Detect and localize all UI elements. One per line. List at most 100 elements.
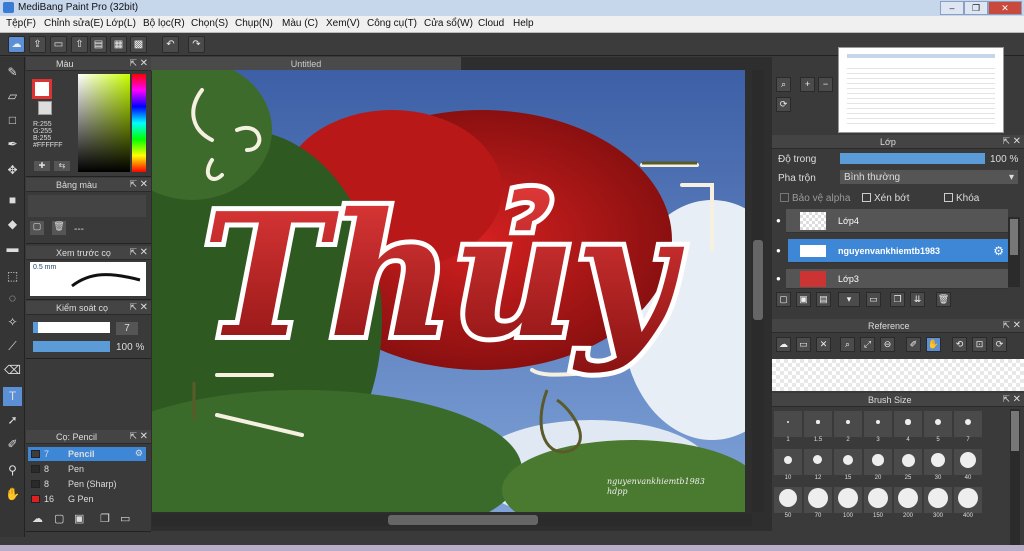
brush-size-cell[interactable] [894,411,922,437]
blend-mode-select[interactable]: Bình thường ▾ [840,170,1018,184]
rectangle-tool-icon[interactable]: □ [3,111,22,130]
brush-size-cell[interactable] [834,411,862,437]
menu-snap[interactable]: Chụp(N) [235,18,273,29]
cloud-icon[interactable]: ☁ [8,36,25,53]
text-tool-icon[interactable]: T [3,387,22,406]
fit-icon[interactable]: ⤢ [860,337,875,352]
color-add-icon[interactable]: ✚ [34,161,50,171]
add-brush-icon[interactable]: ▣ [74,512,84,525]
menu-edit[interactable]: Chỉnh sửa(E) [44,18,104,29]
gear-icon[interactable]: ⚙ [993,244,1004,258]
brush-size-cell[interactable] [804,449,832,475]
brush-size-cell[interactable] [954,487,982,513]
rotate-right-icon[interactable]: ⟳ [992,337,1007,352]
grid-icon[interactable]: ▩ [130,36,147,53]
eyedropper-icon[interactable]: ✐ [906,337,921,352]
brush-opacity-slider[interactable] [33,341,110,352]
folder-icon[interactable]: ▭ [866,292,881,307]
brush-size-cell[interactable] [864,487,892,513]
brush-size-scrollbar[interactable] [1010,409,1020,547]
brush-size-cell[interactable] [924,449,952,475]
comment-icon[interactable]: ▭ [50,36,67,53]
undock-icon[interactable]: ⇱ [129,431,137,442]
select-pen-icon[interactable]: ⟋ [3,337,22,356]
brush-item-g-pen[interactable]: 16 G Pen [28,492,146,506]
reset-icon[interactable]: ⊡ [972,337,987,352]
menu-filter[interactable]: Bộ lọc(R) [143,18,185,29]
hand-icon[interactable]: ✋ [926,337,941,352]
close-panel-icon[interactable]: ✕ [1013,320,1021,331]
brush-size-cell[interactable] [864,449,892,475]
pen-tool-icon[interactable]: ✒ [3,135,22,154]
duplicate-icon[interactable]: ❐ [890,292,905,307]
menu-file[interactable]: Tệp(F) [6,18,36,29]
palette-swatches-area[interactable] [28,195,146,217]
brush-size-cell[interactable] [924,487,952,513]
undock-icon[interactable]: ⇱ [1002,394,1010,405]
brush-size-cell[interactable] [834,487,862,513]
copy-brush-icon[interactable]: ❐ [100,512,110,525]
brush-size-cell[interactable] [774,411,802,437]
rotate-icon[interactable]: ⟳ [776,97,791,112]
select-rect-icon[interactable]: ⬚ [3,267,22,286]
move-tool-icon[interactable]: ✥ [3,161,22,180]
menu-help[interactable]: Help [513,18,534,29]
cloud-icon[interactable]: ☁ [776,337,791,352]
hue-slider[interactable] [132,74,146,172]
menu-select[interactable]: Chọn(S) [191,18,228,29]
undock-icon[interactable]: ⇱ [129,247,137,258]
visibility-icon[interactable]: ● [776,274,781,283]
trash-icon[interactable]: 🗑 [52,221,66,235]
undo-button[interactable]: ↶ [162,36,179,53]
brush-size-cell[interactable] [894,449,922,475]
clipping-checkbox[interactable] [862,193,871,202]
upload-icon[interactable]: ⇧ [71,36,88,53]
maximize-button[interactable]: ❐ [964,1,988,15]
visibility-icon[interactable]: ● [776,216,781,225]
brush-size-cell[interactable] [774,487,802,513]
close-panel-icon[interactable]: ✕ [140,247,148,258]
brush-size-cell[interactable] [804,487,832,513]
close-panel-icon[interactable]: ✕ [140,302,148,313]
visibility-icon[interactable]: ● [776,246,781,255]
brush-size-value[interactable]: 7 [116,322,138,335]
layers-view-icon[interactable]: ▦ [110,36,127,53]
close-panel-icon[interactable]: ✕ [140,58,148,69]
gear-icon[interactable]: ⚙ [135,448,143,459]
zoom-in-icon[interactable]: + [800,77,815,92]
undock-icon[interactable]: ⇱ [129,179,137,190]
navigator-thumbnail[interactable] [838,47,1004,133]
brush-size-cell[interactable] [834,449,862,475]
saturation-value-picker[interactable] [78,74,130,172]
layer-row[interactable]: ● Lớp4 [776,209,1008,233]
new-palette-icon[interactable]: ▢ [30,221,44,235]
trash-icon[interactable]: 🗑 [936,292,951,307]
brush-tool-icon[interactable]: ✎ [3,63,22,82]
brush-size-cell[interactable] [954,449,982,475]
layer-scrollbar[interactable] [1008,217,1020,287]
zoom-in-icon[interactable]: ⌕ [840,337,855,352]
fill-rect-icon[interactable]: ■ [3,191,22,210]
brush-item-pen[interactable]: 8 Pen [28,462,146,476]
new-layer-icon[interactable]: ▢ [776,292,791,307]
brush-size-cell[interactable] [864,411,892,437]
hand-tool-icon[interactable]: ✋ [3,485,22,504]
layer-row-selected[interactable]: ● nguyenvankhiemtb1983 ⚙ [776,239,1008,263]
bucket-tool-icon[interactable]: ◆ [3,215,22,234]
open-folder-icon[interactable]: ▭ [796,337,811,352]
redo-button[interactable]: ↷ [188,36,205,53]
new-halftone-layer-icon[interactable]: ▣ [796,292,811,307]
canvas[interactable]: Thủy nguyenvankhiemtb1983 hdpp [152,70,745,512]
menu-layer[interactable]: Lớp(L) [106,18,136,29]
brush-size-cell[interactable] [774,449,802,475]
background-color-swatch[interactable] [38,101,52,115]
menu-view[interactable]: Xem(V) [326,18,360,29]
close-button[interactable]: ✕ [988,1,1022,15]
add-layer-menu-icon[interactable]: ▾ [838,292,860,307]
eraser-tool-icon[interactable]: ▱ [3,87,22,106]
brush-size-slider[interactable] [33,322,110,333]
brush-item-pen-sharp[interactable]: 8 Pen (Sharp) [28,477,146,491]
undock-icon[interactable]: ⇱ [129,58,137,69]
document-icon[interactable]: ▤ [90,36,107,53]
lock-checkbox[interactable] [944,193,953,202]
